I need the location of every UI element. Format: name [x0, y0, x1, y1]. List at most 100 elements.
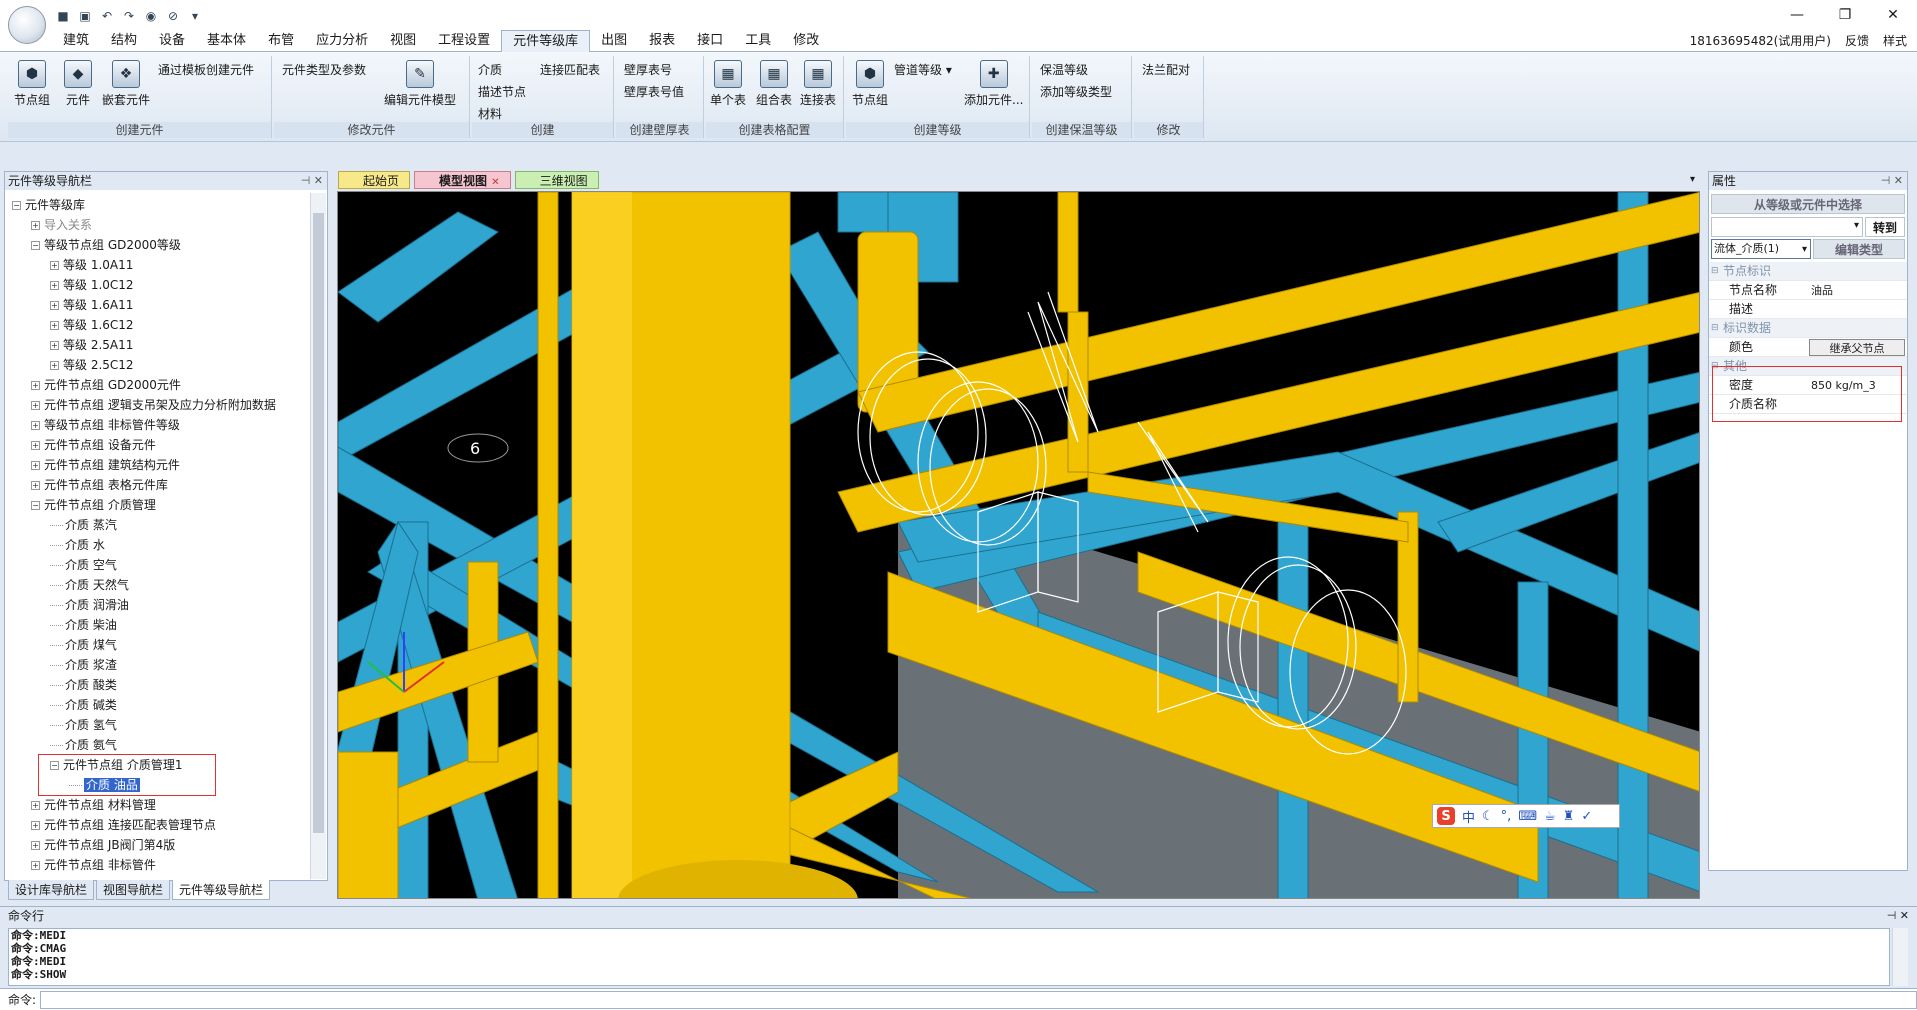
edit-type-button[interactable]: 编辑类型	[1813, 239, 1905, 259]
tree-node[interactable]: 介质 酸类	[50, 675, 117, 695]
close-icon[interactable]: ✕	[491, 177, 499, 188]
menu-chutu[interactable]: 出图	[590, 30, 638, 52]
menu-jibenti[interactable]: 基本体	[196, 30, 257, 52]
pin-close-icon[interactable]: ⊣ ✕	[1887, 907, 1909, 925]
category-node-id[interactable]: ⊟ 节点标识	[1709, 262, 1907, 281]
tree-node[interactable]: + 元件节点组 非标管件	[31, 855, 156, 875]
select-from-grade-button[interactable]: 从等级或元件中选择	[1711, 194, 1905, 214]
tree-node[interactable]: 介质 氢气	[50, 715, 117, 735]
tree-node[interactable]: − 等级节点组 GD2000等级	[31, 235, 181, 255]
tree-node[interactable]: 介质 煤气	[50, 635, 117, 655]
add-grade-type-button[interactable]: 添加等级类型	[1040, 84, 1112, 100]
nested-element-button[interactable]: ❖ 嵌套元件	[102, 60, 150, 108]
cup-icon[interactable]: ☕	[1544, 809, 1556, 824]
menu-jiekou[interactable]: 接口	[686, 30, 734, 52]
connection-table-button[interactable]: ▦ 连接表	[800, 60, 836, 108]
type-select[interactable]: 流体_介质(1) ▾	[1711, 239, 1811, 259]
tree-node[interactable]: 介质 润滑油	[50, 595, 129, 615]
redo-icon[interactable]: ↷	[121, 8, 137, 24]
menu-shitu[interactable]: 视图	[379, 30, 427, 52]
insulation-grade-button[interactable]: 保温等级	[1040, 62, 1088, 78]
view-icon[interactable]: ◉	[143, 8, 159, 24]
tab-model-view[interactable]: 模型视图 ✕	[414, 171, 511, 189]
tree-node[interactable]: 介质 浆渣	[50, 655, 117, 675]
goto-button[interactable]: 转到	[1865, 217, 1905, 237]
expand-icon[interactable]: +	[31, 861, 40, 870]
style-menu[interactable]: 样式	[1883, 30, 1907, 52]
tree-node[interactable]: − 元件等级库	[12, 195, 85, 215]
tree-node[interactable]: + 等级 1.6A11	[50, 295, 133, 315]
tree-node[interactable]: + 元件节点组 逻辑支吊架及应力分析附加数据	[31, 395, 276, 415]
expand-icon[interactable]: +	[31, 221, 40, 230]
application-menu-button[interactable]	[8, 6, 46, 44]
tree-node[interactable]: + 等级 1.0C12	[50, 275, 134, 295]
desc-node-button[interactable]: 描述节点	[478, 84, 526, 100]
tree-node[interactable]: 介质 柴油	[50, 615, 117, 635]
menu-yuanjian-active[interactable]: 元件等级库	[501, 30, 591, 53]
element-path-field[interactable]: ▾	[1711, 217, 1863, 237]
hide-icon[interactable]: ⊘	[165, 8, 181, 24]
tab-design-library[interactable]: 设计库导航栏	[8, 880, 95, 900]
pin-close-icon[interactable]: ⊣ ✕	[1881, 172, 1903, 190]
tab-view-navigator[interactable]: 视图导航栏	[96, 880, 171, 900]
grade-node-group-button[interactable]: ⬢ 节点组	[852, 60, 888, 108]
menu-yingli[interactable]: 应力分析	[305, 30, 379, 52]
single-table-button[interactable]: ▦ 单个表	[710, 60, 746, 108]
tree-node[interactable]: + 等级 1.6C12	[50, 315, 134, 335]
expand-icon[interactable]: +	[31, 381, 40, 390]
expand-icon[interactable]: +	[31, 801, 40, 810]
minimize-icon[interactable]: —	[1773, 0, 1821, 30]
prop-node-name-value[interactable]: 油品	[1811, 281, 1833, 300]
moon-icon[interactable]: ☾	[1482, 809, 1494, 824]
tree-node[interactable]: + 元件节点组 建筑结构元件	[31, 455, 180, 475]
element-button[interactable]: ◆ 元件	[64, 60, 92, 108]
customize-icon[interactable]: ▾	[187, 8, 203, 24]
tree-node[interactable]: + 元件节点组 设备元件	[31, 435, 156, 455]
node-group-button[interactable]: ⬢ 节点组	[14, 60, 50, 108]
tree-node[interactable]: − 元件节点组 介质管理	[31, 495, 156, 515]
menu-jiegou[interactable]: 结构	[100, 30, 148, 52]
expand-icon[interactable]: +	[50, 341, 59, 350]
tree-node[interactable]: + 元件节点组 GD2000元件	[31, 375, 181, 395]
template-create-button[interactable]: 通过模板创建元件	[158, 62, 254, 78]
tree-node[interactable]: + 导入关系	[31, 215, 92, 235]
scrollbar-thumb[interactable]	[313, 213, 324, 833]
expand-icon[interactable]: +	[50, 361, 59, 370]
tab-grade-navigator[interactable]: 元件等级导航栏	[172, 880, 271, 900]
add-element-button[interactable]: ✚ 添加元件...	[964, 60, 1023, 108]
tree-node[interactable]: 介质 氨气	[50, 735, 117, 755]
prop-description[interactable]: 描述	[1709, 300, 1907, 319]
flange-match-button[interactable]: 法兰配对	[1142, 62, 1190, 78]
ime-mode[interactable]: 中	[1462, 807, 1475, 826]
menu-baobiao[interactable]: 报表	[638, 30, 686, 52]
tab-dropdown-icon[interactable]: ▾	[1690, 174, 1695, 185]
undo-icon[interactable]: ↶	[99, 8, 115, 24]
tree-node[interactable]: 介质 水	[50, 535, 105, 555]
keyboard-icon[interactable]: ⌨	[1518, 809, 1537, 824]
punctuation-icon[interactable]: °,	[1501, 809, 1512, 824]
expand-icon[interactable]: +	[31, 421, 40, 430]
expand-icon[interactable]: +	[50, 321, 59, 330]
menu-xiugai[interactable]: 修改	[782, 30, 830, 52]
tree-node[interactable]: + 等级 2.5C12	[50, 355, 134, 375]
expand-icon[interactable]: +	[31, 481, 40, 490]
expand-icon[interactable]: +	[50, 261, 59, 270]
restore-icon[interactable]: ❐	[1821, 0, 1869, 30]
tab-start-page[interactable]: 起始页	[338, 171, 411, 189]
tree-node[interactable]: + 等级 1.0A11	[50, 255, 133, 275]
tree-node[interactable]: + 元件节点组 JB阀门第4版	[31, 835, 175, 855]
feedback-link[interactable]: 反馈	[1845, 30, 1869, 52]
expand-icon[interactable]: +	[31, 841, 40, 850]
model-viewport[interactable]: 6	[337, 191, 1700, 899]
menu-buguan[interactable]: 布管	[257, 30, 305, 52]
tree-node[interactable]: + 等级节点组 非标管件等级	[31, 415, 180, 435]
category-id-data[interactable]: ⊟ 标识数据	[1709, 319, 1907, 338]
tree-node[interactable]: 介质 空气	[50, 555, 117, 575]
connect-table-button[interactable]: 连接匹配表	[540, 62, 600, 78]
tree-node[interactable]: + 元件节点组 连接匹配表管理节点	[31, 815, 216, 835]
close-icon[interactable]: ✕	[1869, 0, 1917, 30]
tree-node[interactable]: + 元件节点组 材料管理	[31, 795, 156, 815]
expand-icon[interactable]: +	[31, 401, 40, 410]
expand-icon[interactable]: +	[31, 461, 40, 470]
collapse-icon[interactable]: −	[31, 501, 40, 510]
